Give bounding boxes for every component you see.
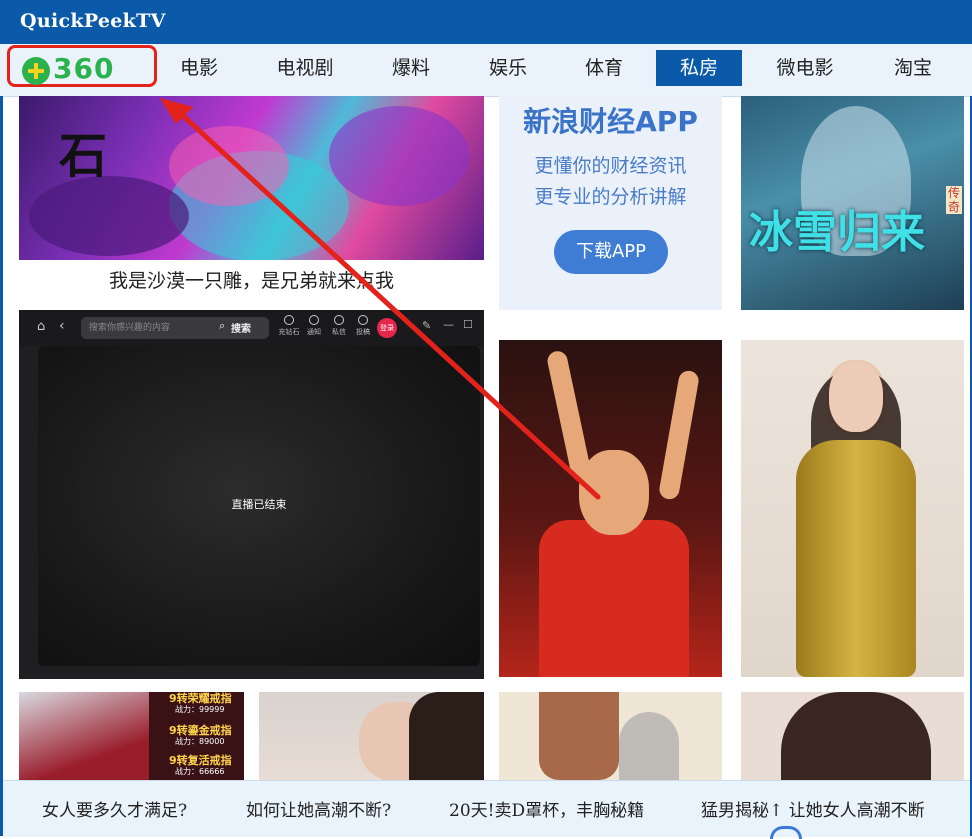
game-item-ad[interactable]: 9转荣耀戒指 战力：99999 9转鎏金戒指 战力：89000 9转复活戒指 战… [19,692,244,780]
photo-torso [539,692,619,780]
portrait-photo-ad[interactable] [259,692,484,780]
marquee-link-1[interactable]: 女人要多久才满足? [42,796,187,821]
nav-item-entertainment[interactable]: 娱乐 [475,50,541,86]
player-video-area[interactable]: 直播已结束 [38,346,480,666]
pin-icon[interactable]: ✎ [422,319,431,332]
nav-item-movies[interactable]: 电影 [166,50,232,86]
player-toolbar: ⌂ ‹ 搜索你感兴趣的内容 ⌕ 搜索 充钻石 通知 私信 投稿 登录 ✎ — ☐ [19,310,484,346]
game-power-1: 战力：99999 [175,705,225,714]
marquee-link-3[interactable]: 20天!卖D罩杯，丰胸秘籍 [449,796,644,821]
nav-item-taobao[interactable]: 淘宝 [880,50,946,86]
360-logo-button[interactable]: 360 [7,45,157,87]
photo-arm-left [545,349,593,481]
nav-item-news[interactable]: 爆料 [378,50,444,86]
logo-text: 360 [53,52,115,85]
photo-hair [409,692,484,780]
nav-item-private[interactable]: 私房 [656,50,742,86]
marquee-link-2[interactable]: 如何让她高潮不断? [246,796,391,821]
notification-icon-button[interactable]: 通知 [302,315,326,337]
live-player-panel: ⌂ ‹ 搜索你感兴趣的内容 ⌕ 搜索 充钻石 通知 私信 投稿 登录 ✎ — ☐… [19,310,484,679]
photo-silhouette [619,712,679,780]
hair-photo-ad[interactable] [741,692,964,780]
360-logo-icon [22,57,50,85]
login-button[interactable]: 登录 [377,318,397,338]
drama-poster-title: 冰雪归来 [749,207,925,258]
nav-item-tv-series[interactable]: 电视剧 [262,50,348,86]
game-power-2: 战力：89000 [175,737,225,746]
sina-finance-ad[interactable]: 新浪财经APP 更懂你的财经资讯 更专业的分析讲解 下载APP [499,96,722,310]
minimize-icon[interactable]: — [443,318,454,331]
game-banner-caption[interactable]: 我是沙漠一只雕，是兄弟就来点我 [19,266,484,293]
bottom-ad-marquee: 女人要多久才满足? 如何让她高潮不断? 20天!卖D罩杯，丰胸秘籍 猛男揭秘↑ … [3,780,970,837]
search-icon: ⌕ [219,319,226,332]
fashion-photo-ad[interactable] [741,340,964,677]
maximize-icon[interactable]: ☐ [463,318,473,331]
search-button[interactable]: 搜索 [231,320,251,335]
marquee-link-4[interactable]: 猛男揭秘↑ 让她女人高潮不断 [701,796,925,821]
photo-face [829,362,883,432]
nav-item-sports[interactable]: 体育 [571,50,637,86]
game-banner-glyph: 石 [59,128,108,184]
photo-hair [781,692,931,780]
fitness-photo-ad[interactable] [499,692,722,780]
recharge-icon-button[interactable]: 充钻石 [277,315,301,337]
photo-dress [796,440,916,677]
window-titlebar: QuickPeekTV [0,0,972,44]
download-app-button[interactable]: 下载APP [554,230,668,274]
sina-ad-line2: 更专业的分析讲解 [534,186,687,208]
player-search-input[interactable]: 搜索你感兴趣的内容 ⌕ 搜索 [81,317,269,339]
message-icon-button[interactable]: 私信 [327,315,351,337]
sports-photo-ad[interactable] [499,340,722,677]
nav-item-micro-film[interactable]: 微电影 [762,50,848,86]
search-placeholder: 搜索你感兴趣的内容 [89,323,171,333]
upload-icon-button[interactable]: 投稿 [351,315,375,337]
sina-ad-line1: 更懂你的财经资讯 [534,155,687,177]
sina-ad-title: 新浪财经APP [523,105,698,138]
back-icon[interactable]: ‹ [59,318,65,334]
photo-jersey [539,520,689,677]
window-border-left [0,96,3,836]
game-power-3: 战力：66666 [175,767,225,776]
stream-ended-message: 直播已结束 [231,498,287,511]
photo-arm-right [657,369,701,501]
drama-poster-badge: 传奇 [946,186,962,214]
top-nav: 360 电影 电视剧 爆料 娱乐 体育 私房 微电影 淘宝 [0,44,972,97]
home-icon[interactable]: ⌂ [37,319,45,334]
taskbar-arc-icon [770,826,802,839]
drama-poster-ad[interactable]: 冰雪归来 传奇 [741,96,964,310]
game-banner-ad[interactable]: 石 [19,96,484,260]
game-character [19,692,149,780]
window-title: QuickPeekTV [20,10,166,32]
